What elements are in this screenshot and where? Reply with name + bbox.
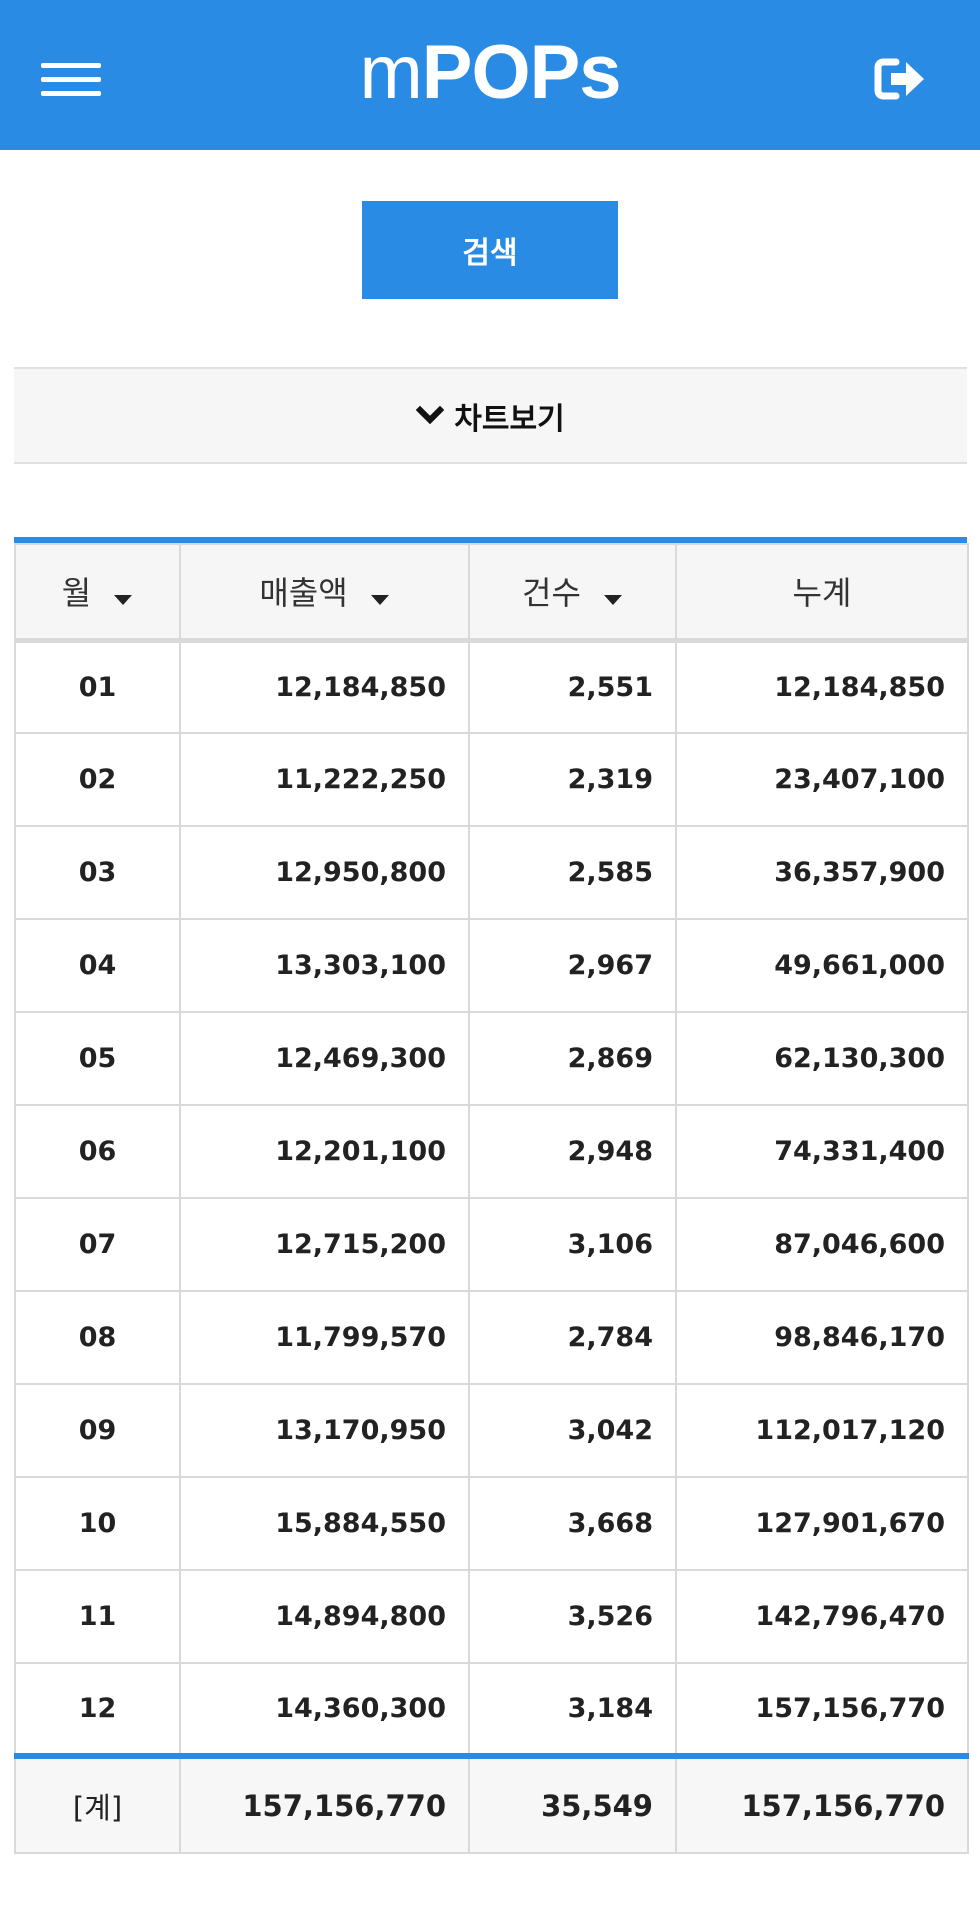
sign-out-icon[interactable] [874,56,928,102]
sales-cell: 11,222,250 [179,732,470,827]
count-cell: 2,551 [468,639,677,734]
total-label: [계] [14,1753,181,1854]
sales-cell: 12,715,200 [179,1197,470,1292]
column-header-cumulative: 누계 [675,543,969,643]
table-header-row: 월 매출액 건수 누계 [14,543,969,643]
month-cell: 04 [14,918,181,1013]
count-cell: 3,668 [468,1476,677,1571]
count-cell: 2,319 [468,732,677,827]
app-logo: mPOPs [0,28,980,118]
month-cell: 09 [14,1383,181,1478]
count-cell: 2,948 [468,1104,677,1199]
column-header-month[interactable]: 월 [14,543,181,643]
cumulative-cell: 87,046,600 [675,1197,969,1292]
sales-cell: 15,884,550 [179,1476,470,1571]
sales-cell: 12,950,800 [179,825,470,920]
cumulative-cell: 36,357,900 [675,825,969,920]
cumulative-cell: 12,184,850 [675,639,969,734]
column-header-sales[interactable]: 매출액 [179,543,470,643]
logo-prefix: m [359,30,422,115]
app-header: mPOPs [0,0,980,150]
column-label: 월 [61,574,92,613]
sales-cell: 13,170,950 [179,1383,470,1478]
column-header-count[interactable]: 건수 [468,543,677,643]
table-row: 02 11,222,250 2,319 23,407,100 [14,732,969,827]
table-total-row: [계] 157,156,770 35,549 157,156,770 [14,1753,969,1854]
column-label: 매출액 [259,574,348,613]
count-cell: 2,869 [468,1011,677,1106]
cumulative-cell: 127,901,670 [675,1476,969,1571]
table-row: 10 15,884,550 3,668 127,901,670 [14,1476,969,1571]
sales-cell: 12,469,300 [179,1011,470,1106]
logo-main: POPs [421,30,622,115]
table-body: 01 12,184,850 2,551 12,184,850 02 11,222,250 2… [14,639,969,1757]
month-cell: 02 [14,732,181,827]
sort-caret-icon [370,576,390,614]
count-cell: 3,184 [468,1662,677,1757]
month-cell: 12 [14,1662,181,1757]
sales-cell: 13,303,100 [179,918,470,1013]
count-cell: 2,967 [468,918,677,1013]
search-button[interactable]: 검색 [362,201,618,299]
table-row: 07 12,715,200 3,106 87,046,600 [14,1197,969,1292]
count-cell: 3,106 [468,1197,677,1292]
table-row: 04 13,303,100 2,967 49,661,000 [14,918,969,1013]
table-row: 03 12,950,800 2,585 36,357,900 [14,825,969,920]
chart-toggle-label: 차트보기 [454,401,565,437]
count-cell: 2,784 [468,1290,677,1385]
table-row: 01 12,184,850 2,551 12,184,850 [14,639,969,734]
sort-caret-icon [113,576,133,614]
cumulative-cell: 157,156,770 [675,1662,969,1757]
month-cell: 03 [14,825,181,920]
count-cell: 3,042 [468,1383,677,1478]
table-row: 05 12,469,300 2,869 62,130,300 [14,1011,969,1106]
table-row: 11 14,894,800 3,526 142,796,470 [14,1569,969,1664]
month-cell: 05 [14,1011,181,1106]
sales-cell: 12,201,100 [179,1104,470,1199]
chart-toggle[interactable]: 차트보기 [14,367,967,464]
month-cell: 11 [14,1569,181,1664]
total-sales: 157,156,770 [179,1753,470,1854]
month-cell: 07 [14,1197,181,1292]
cumulative-cell: 98,846,170 [675,1290,969,1385]
month-cell: 01 [14,639,181,734]
month-cell: 08 [14,1290,181,1385]
sales-cell: 14,894,800 [179,1569,470,1664]
sort-caret-icon [603,576,623,614]
sales-cell: 14,360,300 [179,1662,470,1757]
month-cell: 06 [14,1104,181,1199]
count-cell: 2,585 [468,825,677,920]
cumulative-cell: 112,017,120 [675,1383,969,1478]
table-row: 08 11,799,570 2,784 98,846,170 [14,1290,969,1385]
sales-cell: 11,799,570 [179,1290,470,1385]
cumulative-cell: 49,661,000 [675,918,969,1013]
chevron-down-icon [416,405,445,424]
month-cell: 10 [14,1476,181,1571]
column-label: 누계 [792,574,852,613]
count-cell: 3,526 [468,1569,677,1664]
cumulative-cell: 74,331,400 [675,1104,969,1199]
table-row: 06 12,201,100 2,948 74,331,400 [14,1104,969,1199]
cumulative-cell: 62,130,300 [675,1011,969,1106]
column-label: 건수 [522,574,581,613]
monthly-sales-table: 월 매출액 건수 누계 01 12,184,850 2,551 12,184,850 0… [14,537,969,1854]
sales-cell: 12,184,850 [179,639,470,734]
cumulative-cell: 142,796,470 [675,1569,969,1664]
table-row: 12 14,360,300 3,184 157,156,770 [14,1662,969,1757]
cumulative-cell: 23,407,100 [675,732,969,827]
table-row: 09 13,170,950 3,042 112,017,120 [14,1383,969,1478]
total-count: 35,549 [468,1753,677,1854]
total-cumulative: 157,156,770 [675,1753,969,1854]
